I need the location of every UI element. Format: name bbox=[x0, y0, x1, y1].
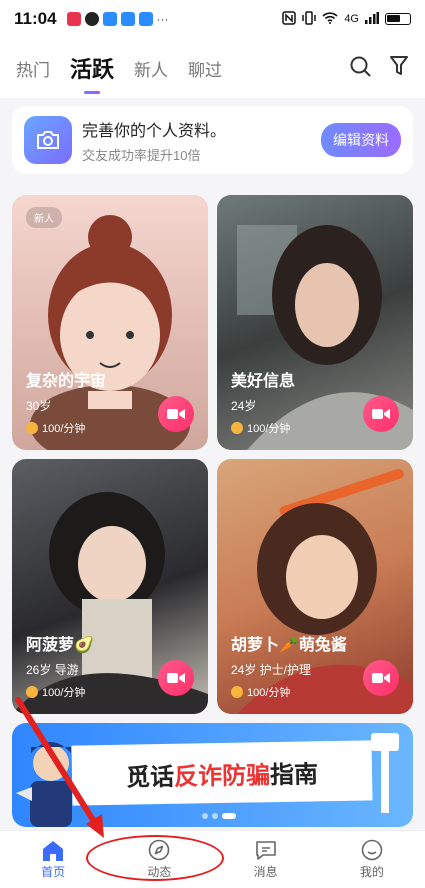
card-meta: 30岁 bbox=[26, 399, 52, 413]
message-icon bbox=[255, 841, 276, 860]
tab-new[interactable]: 新人 bbox=[134, 56, 168, 81]
nav-moments-label: 动态 bbox=[147, 865, 172, 879]
bottom-nav: 首页 动态 消息 我的 bbox=[0, 830, 425, 888]
profile-icon bbox=[361, 839, 383, 861]
card-price-text: 100/分钟 bbox=[247, 423, 291, 435]
nav-messages[interactable]: 消息 bbox=[231, 839, 301, 880]
tab-chatted[interactable]: 聊过 bbox=[188, 56, 222, 81]
card-meta: 24岁 bbox=[231, 399, 257, 413]
card-meta: 26岁 导游 bbox=[26, 663, 79, 677]
card-name: 阿菠萝🥑 bbox=[26, 637, 94, 654]
promo-strip: 觅话反诈防骗指南 bbox=[71, 740, 373, 806]
status-time: 11:04 bbox=[14, 9, 57, 28]
edit-profile-button[interactable]: 编辑资料 bbox=[321, 123, 401, 157]
card-info: 美好信息 24岁 100/分钟 bbox=[231, 367, 295, 436]
tab-hot[interactable]: 热门 bbox=[16, 56, 50, 81]
carousel-dots bbox=[202, 813, 236, 819]
video-camera-icon bbox=[167, 409, 185, 419]
promo-highlight: 反诈防骗 bbox=[173, 761, 271, 791]
home-icon bbox=[43, 841, 64, 861]
coin-icon bbox=[231, 422, 243, 434]
sign-post-icon bbox=[371, 733, 399, 813]
video-camera-icon bbox=[167, 673, 185, 683]
user-card[interactable]: 新人 复杂的宇宙 30岁 100/分钟 bbox=[12, 195, 208, 450]
status-bar: 11:04 ··· 4G bbox=[0, 0, 425, 38]
profile-banner-text: 完善你的个人资料。 交友成功率提升10倍 bbox=[82, 117, 226, 164]
signal-icon bbox=[365, 11, 379, 27]
card-info: 胡萝卜🥕萌兔酱 24岁 护士/护理 100/分钟 bbox=[231, 631, 347, 700]
more-dots-icon: ··· bbox=[156, 12, 169, 26]
nav-home[interactable]: 首页 bbox=[18, 839, 88, 880]
filter-icon[interactable] bbox=[389, 55, 409, 82]
coin-icon bbox=[26, 422, 38, 434]
compass-icon bbox=[149, 839, 170, 861]
wifi-icon bbox=[322, 11, 338, 27]
card-price: 100/分钟 bbox=[231, 684, 347, 700]
video-call-button[interactable] bbox=[158, 660, 194, 696]
nfc-icon bbox=[282, 10, 297, 28]
card-price-text: 100/分钟 bbox=[42, 687, 86, 699]
carousel-dot-active[interactable] bbox=[222, 813, 236, 819]
video-call-button[interactable] bbox=[363, 396, 399, 432]
anti-fraud-banner[interactable]: 觅话反诈防骗指南 bbox=[12, 723, 413, 827]
nav-profile[interactable]: 我的 bbox=[337, 839, 407, 880]
qq-icon bbox=[84, 12, 99, 26]
card-price: 100/分钟 bbox=[26, 420, 106, 436]
promo-suffix: 指南 bbox=[269, 760, 319, 789]
new-badge: 新人 bbox=[26, 207, 62, 228]
nav-moments[interactable]: 动态 bbox=[124, 839, 194, 880]
card-meta: 24岁 护士/护理 bbox=[231, 663, 312, 677]
carousel-dot[interactable] bbox=[212, 813, 218, 819]
video-call-button[interactable] bbox=[363, 660, 399, 696]
status-right: 4G bbox=[282, 10, 411, 28]
card-price-text: 100/分钟 bbox=[42, 423, 86, 435]
card-name: 复杂的宇宙 bbox=[26, 373, 107, 390]
profile-banner-title: 完善你的个人资料。 bbox=[82, 122, 227, 140]
card-price-text: 100/分钟 bbox=[247, 687, 291, 699]
nav-messages-label: 消息 bbox=[253, 865, 278, 879]
video-camera-icon bbox=[372, 673, 390, 683]
camera-icon bbox=[24, 116, 72, 164]
app-notification-icon bbox=[120, 12, 135, 26]
coin-icon bbox=[26, 686, 38, 698]
card-name: 美好信息 bbox=[231, 373, 296, 390]
user-card[interactable]: 美好信息 24岁 100/分钟 bbox=[217, 195, 413, 450]
card-price: 100/分钟 bbox=[26, 684, 94, 700]
promo-prefix: 觅话 bbox=[125, 763, 175, 792]
battery-icon bbox=[385, 13, 411, 25]
card-info: 复杂的宇宙 30岁 100/分钟 bbox=[26, 367, 106, 436]
card-info: 阿菠萝🥑 26岁 导游 100/分钟 bbox=[26, 631, 94, 700]
nav-icons bbox=[349, 55, 409, 82]
network-label: 4G bbox=[344, 13, 359, 25]
nav-profile-label: 我的 bbox=[359, 865, 384, 879]
vibrate-icon bbox=[302, 10, 317, 28]
video-camera-icon bbox=[372, 409, 390, 419]
top-nav: 热门 活跃 新人 聊过 bbox=[0, 38, 425, 98]
promo-text: 觅话反诈防骗指南 bbox=[126, 754, 319, 792]
profile-banner-subtitle: 交友成功率提升10倍 bbox=[82, 147, 201, 163]
app-notification-icon bbox=[66, 12, 81, 26]
app-notification-icon bbox=[138, 12, 153, 26]
coin-icon bbox=[231, 686, 243, 698]
tab-active[interactable]: 活跃 bbox=[70, 52, 114, 84]
notification-icons: ··· bbox=[66, 12, 169, 26]
card-name: 胡萝卜🥕萌兔酱 bbox=[231, 637, 347, 654]
video-call-button[interactable] bbox=[158, 396, 194, 432]
card-price: 100/分钟 bbox=[231, 420, 295, 436]
search-icon[interactable] bbox=[349, 55, 371, 82]
carousel-dot[interactable] bbox=[202, 813, 208, 819]
app-notification-icon bbox=[102, 12, 117, 26]
user-card[interactable]: 阿菠萝🥑 26岁 导游 100/分钟 bbox=[12, 459, 208, 714]
user-card[interactable]: 胡萝卜🥕萌兔酱 24岁 护士/护理 100/分钟 bbox=[217, 459, 413, 714]
profile-banner[interactable]: 完善你的个人资料。 交友成功率提升10倍 编辑资料 bbox=[12, 106, 413, 174]
nav-home-label: 首页 bbox=[41, 865, 66, 879]
